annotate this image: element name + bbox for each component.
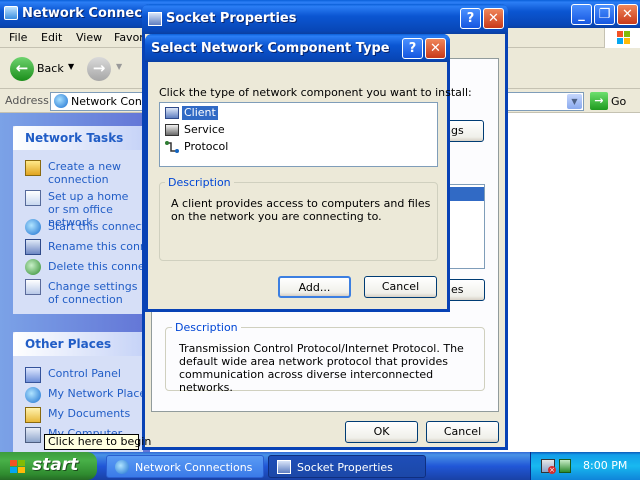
dialog-description-label: Description bbox=[165, 176, 234, 189]
socket-description-text: Transmission Control Protocol/Internet P… bbox=[179, 342, 464, 394]
address-dropdown-icon[interactable]: ▼ bbox=[567, 94, 582, 109]
clock[interactable]: 8:00 PM bbox=[583, 459, 627, 472]
start-button[interactable]: start bbox=[0, 452, 97, 480]
my-computer-icon bbox=[25, 427, 41, 443]
close-button[interactable]: ✕ bbox=[617, 4, 638, 25]
network-adapter-icon bbox=[148, 12, 162, 26]
menu-favorites[interactable]: Favor bbox=[114, 31, 144, 44]
minimize-icon: _ bbox=[578, 7, 585, 22]
component-client[interactable]: Client bbox=[182, 106, 218, 120]
go-button-label[interactable]: Go bbox=[611, 95, 626, 108]
help-icon: ? bbox=[408, 41, 417, 56]
socket-properties-title: Socket Properties bbox=[166, 11, 297, 26]
place-my-network-places[interactable]: My Network Places bbox=[48, 387, 143, 400]
place-control-panel[interactable]: Control Panel bbox=[48, 367, 143, 380]
network-status-icon[interactable]: × bbox=[541, 459, 556, 474]
forward-dropdown-icon[interactable]: ▼ bbox=[116, 62, 122, 71]
task-create-connection[interactable]: Create a new connection bbox=[48, 160, 143, 186]
start-label: start bbox=[32, 455, 79, 475]
help-icon: ? bbox=[466, 11, 475, 26]
cancel-button[interactable]: Cancel bbox=[426, 421, 499, 443]
go-arrow-icon[interactable]: → bbox=[590, 92, 608, 110]
task-start-connection[interactable]: Start this connectio bbox=[48, 220, 143, 233]
my-documents-icon bbox=[25, 407, 41, 423]
minimize-button[interactable]: _ bbox=[571, 4, 592, 25]
component-service[interactable]: Service bbox=[182, 123, 227, 137]
task-rename-connection[interactable]: Rename this connec bbox=[48, 240, 143, 253]
task-delete-connection[interactable]: Delete this connecti bbox=[48, 260, 143, 273]
maximize-icon: ❐ bbox=[598, 7, 611, 22]
network-tasks-panel: Network Tasks Create a new connection Se… bbox=[13, 126, 143, 314]
network-folder-icon bbox=[4, 6, 18, 20]
system-tray: × 8:00 PM bbox=[530, 452, 640, 480]
client-icon bbox=[165, 107, 179, 119]
close-icon: ✕ bbox=[430, 41, 441, 56]
security-shield-icon[interactable] bbox=[559, 459, 571, 473]
back-arrow-icon[interactable]: ← bbox=[10, 57, 34, 81]
network-places-icon bbox=[25, 387, 41, 403]
taskbar-task-label: Socket Properties bbox=[297, 461, 393, 474]
other-places-header[interactable]: Other Places bbox=[13, 332, 143, 356]
close-icon: ✕ bbox=[622, 7, 633, 22]
dialog-description-text: A client provides access to computers an… bbox=[171, 197, 431, 223]
taskbar-network-connections[interactable]: Network Connections bbox=[106, 455, 264, 478]
start-connection-icon bbox=[25, 219, 41, 235]
socket-description-label: Description bbox=[172, 321, 241, 334]
back-dropdown-icon[interactable]: ▼ bbox=[68, 62, 74, 71]
new-connection-icon bbox=[25, 160, 41, 176]
protocol-icon bbox=[165, 141, 179, 153]
address-label: Address bbox=[5, 94, 49, 107]
socket-help-button[interactable]: ? bbox=[460, 8, 481, 29]
control-panel-icon bbox=[25, 367, 41, 383]
network-adapter-icon bbox=[277, 460, 291, 474]
change-settings-icon bbox=[25, 279, 41, 295]
dialog-cancel-button[interactable]: Cancel bbox=[364, 276, 437, 298]
component-type-list[interactable]: Client Service Protocol bbox=[159, 102, 438, 167]
windows-logo-icon bbox=[604, 28, 640, 48]
menu-view[interactable]: View bbox=[76, 31, 102, 44]
network-globe-icon bbox=[54, 94, 68, 108]
select-component-dialog bbox=[145, 34, 450, 312]
socket-properties-title-bar[interactable]: Socket Properties bbox=[142, 4, 508, 34]
network-error-icon: × bbox=[548, 466, 556, 474]
component-protocol[interactable]: Protocol bbox=[182, 140, 230, 154]
menu-file[interactable]: File bbox=[9, 31, 27, 44]
delete-connection-icon bbox=[25, 259, 41, 275]
maximize-button[interactable]: ❐ bbox=[594, 4, 615, 25]
windows-flag-icon bbox=[10, 459, 26, 479]
taskbar-task-label: Network Connections bbox=[135, 461, 253, 474]
start-tooltip: Click here to begin bbox=[44, 434, 151, 450]
task-change-settings[interactable]: Change settings of connection bbox=[48, 280, 143, 306]
home-network-icon bbox=[25, 190, 41, 206]
add-button[interactable]: Add... bbox=[278, 276, 351, 298]
forward-arrow-icon[interactable]: → bbox=[87, 57, 111, 81]
select-component-title: Select Network Component Type bbox=[151, 41, 390, 56]
rename-icon bbox=[25, 239, 41, 255]
menu-edit[interactable]: Edit bbox=[41, 31, 62, 44]
taskbar-socket-properties[interactable]: Socket Properties bbox=[268, 455, 426, 478]
network-globe-icon bbox=[115, 460, 129, 474]
dialog-help-button[interactable]: ? bbox=[402, 38, 423, 59]
back-button-label[interactable]: Back bbox=[37, 62, 64, 75]
socket-close-button[interactable]: ✕ bbox=[483, 8, 504, 29]
component-prompt: Click the type of network component you … bbox=[159, 86, 472, 99]
ok-button[interactable]: OK bbox=[345, 421, 418, 443]
service-icon bbox=[165, 124, 179, 136]
dialog-close-button[interactable]: ✕ bbox=[425, 38, 446, 59]
place-my-documents[interactable]: My Documents bbox=[48, 407, 143, 420]
network-tasks-header[interactable]: Network Tasks bbox=[13, 126, 143, 150]
close-icon: ✕ bbox=[488, 11, 499, 26]
